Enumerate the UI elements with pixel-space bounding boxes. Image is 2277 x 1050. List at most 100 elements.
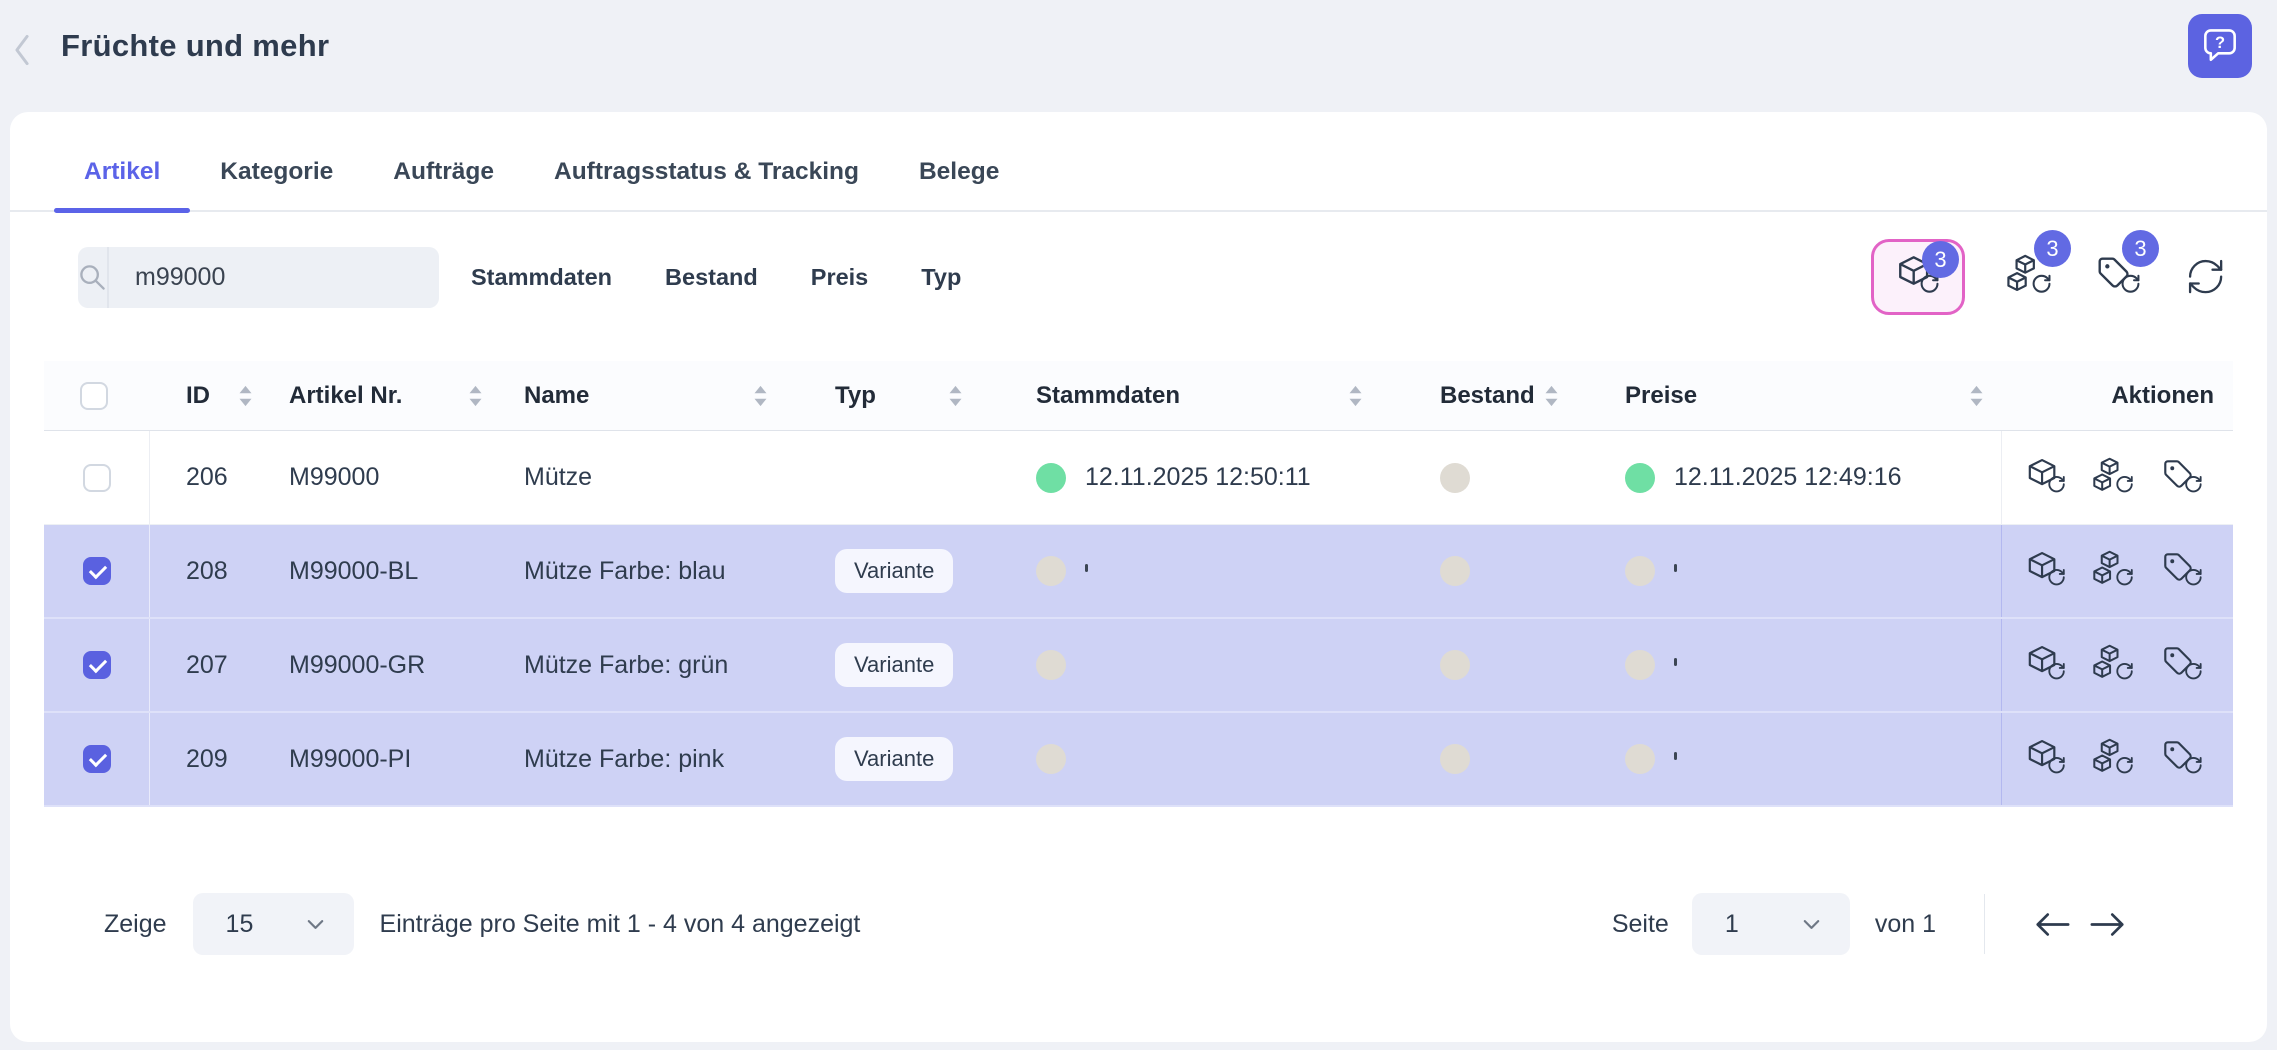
column-header-stammdaten[interactable]: Stammdaten [980, 382, 1380, 410]
sort-icon[interactable] [1543, 384, 1560, 408]
tab-auftragsstatus-&-tracking[interactable]: Auftragsstatus & Tracking [524, 158, 889, 210]
search-input[interactable] [109, 247, 439, 308]
tag-sync-icon [2161, 550, 2203, 592]
page-size-value: 15 [226, 910, 254, 939]
row-tag-sync-button[interactable] [2161, 738, 2203, 780]
row-box-sync-button[interactable] [2025, 738, 2067, 780]
sort-icon[interactable] [467, 384, 484, 408]
arrow-left-icon [2033, 909, 2071, 940]
article-number-cell: M99000-BL [270, 557, 500, 586]
row-checkbox[interactable] [83, 464, 111, 492]
actions-cell [2001, 619, 2233, 711]
tab-artikel[interactable]: Artikel [54, 158, 190, 210]
boxes-sync-button[interactable]: 3 [2007, 254, 2053, 300]
article-number-cell: M99000 [270, 463, 500, 492]
tab-kategorie[interactable]: Kategorie [190, 158, 363, 210]
name-cell: Mütze [500, 463, 785, 492]
next-page-button[interactable] [2089, 909, 2127, 940]
column-header-preise[interactable]: Preise [1570, 382, 2001, 410]
preise-cell: 12.11.2025 12:49:16 [1570, 463, 2001, 493]
column-header-artikel-nr[interactable]: Artikel Nr. [270, 382, 500, 410]
filter-bestand[interactable]: Bestand [665, 264, 758, 291]
row-tag-sync-button[interactable] [2161, 550, 2203, 592]
bestand-cell [1380, 556, 1570, 586]
tag-sync-button[interactable]: 3 [2095, 254, 2141, 300]
row-boxes-sync-button[interactable] [2093, 457, 2135, 499]
tab-aufträge[interactable]: Aufträge [363, 158, 524, 210]
sort-icon[interactable] [1347, 384, 1364, 408]
row-boxes-sync-button[interactable] [2093, 550, 2135, 592]
status-dot [1036, 744, 1066, 774]
column-header-name[interactable]: Name [500, 382, 785, 410]
select-all-checkbox[interactable] [80, 382, 108, 410]
header-checkbox-cell [44, 361, 150, 430]
variante-badge: Variante [835, 549, 953, 593]
filter-stammdaten[interactable]: Stammdaten [471, 264, 612, 291]
variante-badge: Variante [835, 643, 953, 687]
row-checkbox-cell [44, 525, 150, 617]
count-badge: 3 [2034, 230, 2071, 267]
stammdaten-cell: 12.11.2025 12:50:11 [980, 463, 1380, 493]
row-box-sync-button[interactable] [2025, 644, 2067, 686]
column-header-id[interactable]: ID [150, 382, 270, 410]
box-sync-icon [2025, 550, 2067, 592]
back-button[interactable] [10, 33, 36, 67]
sort-icon[interactable] [947, 384, 964, 408]
chevron-down-icon [1800, 913, 1823, 936]
filter-typ[interactable]: Typ [921, 264, 961, 291]
row-boxes-sync-button[interactable] [2093, 738, 2135, 780]
column-label: Bestand [1440, 382, 1535, 410]
sort-icon[interactable] [1968, 384, 1985, 408]
filter-preis[interactable]: Preis [811, 264, 869, 291]
row-tag-sync-button[interactable] [2161, 457, 2203, 499]
status-dot [1440, 463, 1470, 493]
row-checkbox[interactable] [83, 745, 111, 773]
row-checkbox[interactable] [83, 651, 111, 679]
typ-cell: Variante [785, 643, 980, 687]
stammdaten-cell [980, 744, 1380, 774]
row-checkbox[interactable] [83, 557, 111, 585]
id-cell: 208 [150, 557, 270, 586]
filter-group: Stammdaten Bestand Preis Typ [471, 264, 961, 291]
preise-cell [1570, 650, 2001, 680]
status-dot [1625, 556, 1655, 586]
row-tag-sync-button[interactable] [2161, 644, 2203, 686]
name-cell: Mütze Farbe: grün [500, 651, 785, 680]
refresh-button[interactable] [2183, 254, 2229, 300]
table-row: 208 M99000-BL Mütze Farbe: blau Variante [44, 525, 2233, 619]
box-sync-button[interactable]: 3 [1871, 239, 1965, 315]
page-label: Seite [1612, 910, 1669, 939]
row-box-sync-button[interactable] [2025, 457, 2067, 499]
previous-page-button[interactable] [2033, 909, 2071, 940]
help-icon [2198, 24, 2242, 68]
row-box-sync-button[interactable] [2025, 550, 2067, 592]
tab-belege[interactable]: Belege [889, 158, 1029, 210]
tab-label: Belege [919, 158, 999, 185]
row-boxes-sync-button[interactable] [2093, 644, 2135, 686]
page-size-select[interactable]: 15 [193, 893, 354, 955]
articles-table: ID Artikel Nr. Name Typ Stammdaten Besta… [44, 361, 2233, 807]
tag-sync-icon [2161, 457, 2203, 499]
column-header-bestand[interactable]: Bestand [1380, 382, 1570, 410]
id-cell: 209 [150, 745, 270, 774]
typ-cell: Variante [785, 549, 980, 593]
sort-icon[interactable] [237, 384, 254, 408]
table-row: 207 M99000-GR Mütze Farbe: grün Variante [44, 619, 2233, 713]
sort-icon[interactable] [752, 384, 769, 408]
column-header-typ[interactable]: Typ [785, 382, 980, 410]
page-select[interactable]: 1 [1692, 893, 1850, 955]
search-icon [78, 247, 109, 308]
status-dot [1440, 556, 1470, 586]
article-number-cell: M99000-GR [270, 651, 500, 680]
column-label: Preise [1625, 382, 1697, 410]
sync-button-group: 3 3 3 [1871, 239, 2245, 315]
help-button[interactable] [2188, 14, 2252, 78]
boxes-sync-icon [2093, 644, 2135, 686]
actions-cell [2001, 431, 2233, 524]
column-label: Name [524, 382, 589, 410]
status-dot [1625, 744, 1655, 774]
row-checkbox-cell [44, 619, 150, 711]
current-page-value: 1 [1725, 910, 1739, 939]
toolbar: Stammdaten Bestand Preis Typ 3 3 3 [78, 238, 2245, 316]
app-header: Früchte und mehr [0, 0, 2277, 112]
